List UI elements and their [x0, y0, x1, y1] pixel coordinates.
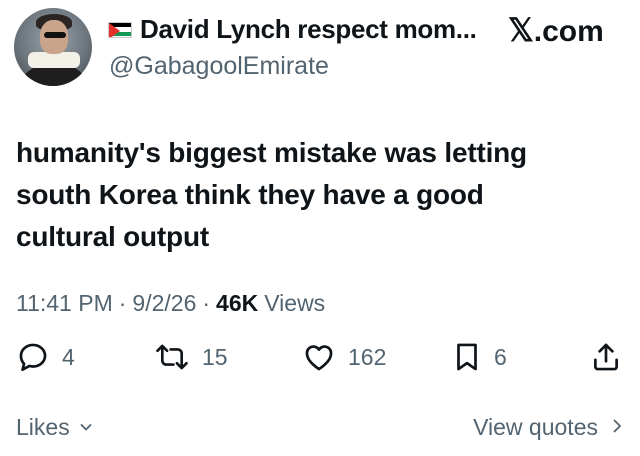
- reply-button[interactable]: 4: [16, 340, 75, 374]
- tweet-text: humanity's biggest mistake was letting s…: [16, 132, 616, 258]
- views-count: 46K: [216, 290, 259, 316]
- view-quotes-link[interactable]: View quotes: [473, 414, 624, 441]
- tweet-meta: 11:41 PM · 9/2/26 · 46K Views: [16, 290, 325, 317]
- likes-dropdown[interactable]: Likes: [16, 414, 94, 441]
- meta-separator: ·: [202, 290, 211, 316]
- author-name-row[interactable]: David Lynch respect mom...: [108, 14, 477, 45]
- meta-separator: ·: [118, 290, 127, 316]
- bookmark-count: 6: [494, 343, 507, 370]
- palestine-flag-icon: [108, 21, 132, 38]
- tweet-date[interactable]: 9/2/26: [132, 290, 196, 317]
- author-handle[interactable]: @GabagoolEmirate: [109, 52, 329, 81]
- avatar[interactable]: [14, 8, 92, 86]
- likes-label: Likes: [16, 414, 70, 440]
- heart-icon: [302, 340, 336, 374]
- avatar-neck-brace: [28, 52, 80, 68]
- tweet-text-line: south Korea think they have a good: [16, 179, 484, 210]
- views-label: Views: [264, 290, 326, 316]
- repost-button[interactable]: 15: [154, 340, 228, 374]
- bookmark-button[interactable]: 6: [452, 340, 507, 374]
- share-button[interactable]: [590, 340, 622, 374]
- tweet-text-line: cultural output: [16, 221, 209, 252]
- x-logo-suffix: .com: [533, 15, 604, 48]
- like-count: 162: [348, 343, 387, 370]
- bookmark-icon: [452, 340, 482, 374]
- chevron-down-icon: [78, 414, 94, 441]
- reply-count: 4: [62, 343, 75, 370]
- share-icon: [590, 340, 622, 374]
- repost-icon: [154, 340, 190, 374]
- repost-count: 15: [202, 343, 228, 370]
- tweet-actions: 4 15 162 6: [16, 340, 624, 380]
- tweet-text-line: humanity's biggest mistake was letting: [16, 137, 527, 168]
- x-logo-icon: 𝕏: [508, 12, 534, 48]
- like-button[interactable]: 162: [302, 340, 386, 374]
- chevron-right-icon: [610, 414, 624, 441]
- avatar-sunglasses: [44, 32, 66, 38]
- reply-icon: [16, 340, 50, 374]
- author-display-name[interactable]: David Lynch respect mom...: [140, 14, 477, 45]
- view-quotes-label: View quotes: [473, 414, 598, 440]
- x-logo: 𝕏 .com: [508, 14, 604, 47]
- tweet-time[interactable]: 11:41 PM: [16, 290, 113, 317]
